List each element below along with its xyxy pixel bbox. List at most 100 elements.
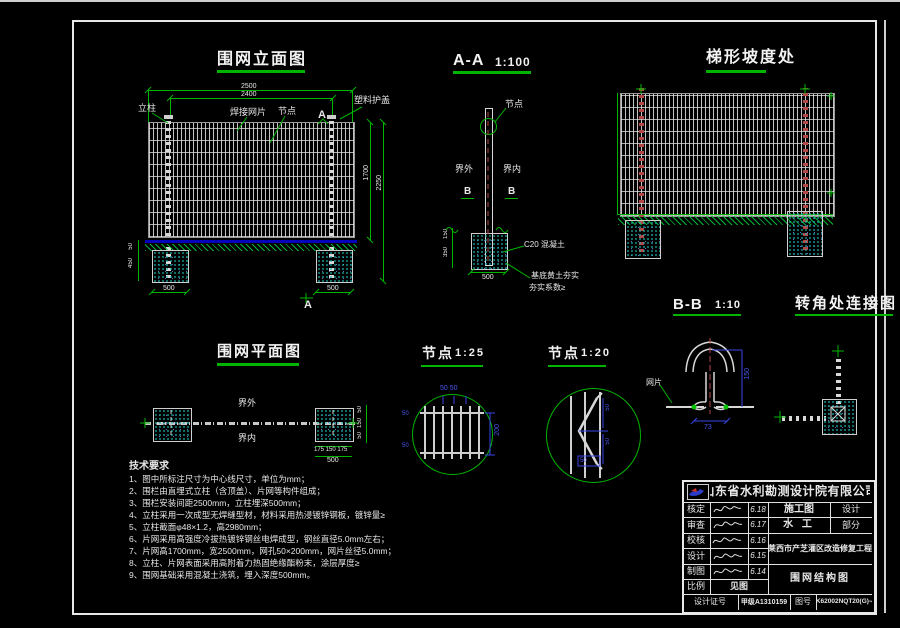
elevation-title: 围网立面图 [217, 52, 307, 68]
node20-dim-right-2: 50 [605, 438, 611, 445]
node25-dim-top: 50 50 [440, 385, 458, 392]
node25-bar [460, 406, 462, 459]
plan-dim-right-2: 150 [357, 418, 363, 428]
discipline-right-cell: 部分 [830, 517, 872, 533]
aa-node-circle [480, 118, 497, 135]
dim-line-right-2 [383, 122, 384, 281]
node25-bar [451, 406, 453, 459]
tech-note-line: 4、立柱采用一次成型无焊缝型材，材料采用热浸镀锌钢板，镀锌量≥ [129, 509, 474, 521]
post-cap-left [164, 115, 173, 119]
node20-title: 节点 [548, 346, 580, 360]
post-cap-right [327, 115, 336, 119]
drawing-no-value: JWK62002NQT20(G)-412 [816, 594, 872, 610]
row-label-review: 审查 [682, 517, 710, 533]
row-label-design: 设计 [682, 548, 710, 564]
bb-label-mesh: 网片 [646, 379, 662, 387]
foundation-right [316, 250, 353, 283]
label-post: 立柱 [138, 104, 156, 113]
elevation-mesh-panel [148, 122, 355, 238]
dim-text-500-left: 500 [163, 285, 175, 292]
sheet-top-line [0, 0, 900, 2]
company-logo [687, 484, 709, 500]
dim-text-2400: 2400 [241, 91, 257, 98]
node25-bar [433, 406, 435, 459]
marker-b-right-tick [505, 198, 518, 199]
ground-line [145, 240, 357, 243]
label-welded-mesh: 焊接网片 [230, 108, 266, 117]
plan-label-inside: 界内 [238, 434, 256, 443]
section-marker-b-right: B [508, 187, 515, 197]
plan-label-outside: 界外 [238, 399, 256, 408]
aa-label-base-2: 夯实系数≥ [529, 284, 565, 292]
tech-note-line: 9、围网基础采用混凝土浇筑，埋入深度500mm。 [129, 569, 474, 581]
row-date: 6.18 [748, 502, 768, 517]
row-date: 6.17 [748, 517, 768, 533]
tech-notes-heading: 技术要求 [129, 461, 474, 473]
scale-value: 见图 [710, 579, 768, 594]
dim-ext-line [352, 90, 353, 122]
cad-drawing-canvas: 围网立面图 2500 2400 立柱 焊接网片 节点 A 塑料护盖 500 50… [0, 0, 900, 628]
dim-line-left [138, 240, 139, 281]
stage-cell: 施工图 [768, 502, 830, 517]
project-name: 莱西市产芝灌区改造修复工程 [768, 533, 872, 564]
scale-label: 比例 [682, 579, 710, 594]
node25-underline [421, 365, 483, 367]
row-date: 6.16 [748, 533, 768, 548]
section-bb-underline [673, 314, 741, 316]
corner-title-underline [795, 314, 893, 316]
aa-dim-line-500 [471, 272, 506, 273]
node20-scale: 1:20 [581, 348, 611, 359]
bb-dim-bottom: 73 [704, 424, 712, 431]
row-date: 6.14 [748, 564, 768, 579]
row-label-draft: 制图 [682, 564, 710, 579]
tech-note-line: 6、片网采用高强度冷拔热镀锌钢丝电焊成型，钢丝直径5.0mm左右； [129, 533, 474, 545]
plan-foundation-right [315, 408, 354, 442]
plan-dim-split: 175 150 175 [314, 447, 347, 453]
node20-wire [570, 396, 572, 474]
node20-dim-bottom: 50 [580, 458, 587, 464]
node25-bar [442, 406, 444, 459]
section-aa-underline [453, 71, 531, 74]
aa-dim-text-left-1: 150 [443, 229, 449, 239]
cert-value: 甲级A1310159 [738, 594, 790, 610]
company-name: 山东省水利勘测设计院有限公司 [710, 481, 870, 501]
node25-dim-left-1: 50 [402, 411, 409, 417]
foundation-left [152, 250, 189, 283]
node20-dim-right-1: 50 [605, 404, 611, 411]
stage-right-cell: 设计 [830, 502, 872, 517]
dim-text-right-2: 2250 [376, 175, 383, 191]
dim-text-left-2: 450 [128, 258, 134, 268]
cert-label: 设计证号 [682, 594, 738, 610]
company-logo-icon [688, 486, 706, 498]
plan-foundation-left [153, 408, 192, 442]
node25-bar [424, 406, 426, 459]
node20-wire [599, 392, 601, 478]
drawing-no-label: 图号 [790, 594, 816, 610]
section-bb-scale: 1:10 [715, 300, 741, 311]
section-bb-title: B-B [673, 297, 703, 312]
tech-note-line: 5、立柱截面φ48×1.2，高2980mm； [129, 521, 474, 533]
row-date: 6.15 [748, 548, 768, 564]
tech-note-line: 1、图中所标注尺寸为中心线尺寸，单位为mm； [129, 473, 474, 485]
slope-foundation-right [787, 211, 823, 257]
row-label-check: 校核 [682, 533, 710, 548]
node25-bar [478, 406, 480, 459]
dim-text-2500: 2500 [241, 83, 257, 90]
section-marker-a-top: A [318, 110, 326, 121]
node25-dim-right: 200 [494, 424, 501, 436]
discipline-cell: 水 工 [768, 517, 830, 533]
dim-text-left-1: 50 [128, 243, 134, 250]
plan-title: 围网平面图 [217, 344, 302, 359]
node25-bar [469, 406, 471, 459]
dim-text-right-1: 1700 [363, 165, 370, 181]
tech-note-line: 7、片网高1700mm，宽2500mm，网孔50×200mm，网片丝径5.0mm… [129, 545, 474, 557]
bb-dim-right: 150 [744, 368, 751, 380]
drawing-title: 围网结构图 [768, 564, 872, 594]
corner-foundation [822, 399, 857, 435]
aa-label-concrete: C20 混凝土 [524, 241, 565, 249]
dim-line-2400 [170, 98, 333, 99]
elevation-title-underline [217, 70, 305, 73]
aa-label-node: 节点 [505, 100, 523, 109]
section-marker-b-left: B [464, 187, 471, 197]
row-label-approve: 核定 [682, 502, 710, 517]
